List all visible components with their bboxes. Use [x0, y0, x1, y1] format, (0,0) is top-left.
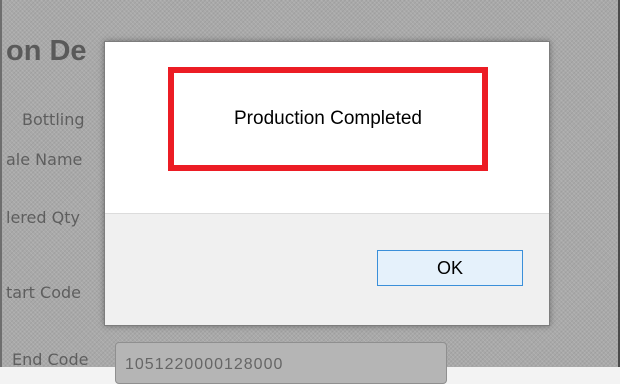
message-dialog: Production Completed OK	[104, 41, 550, 326]
page-title: on De	[6, 35, 87, 67]
label-start-code: tart Code	[6, 283, 81, 302]
end-code-value: 1051220000128000	[125, 356, 284, 373]
window-left-border	[0, 0, 2, 367]
label-name: ale Name	[6, 150, 83, 169]
dialog-message: Production Completed	[234, 108, 422, 129]
label-end-code: End Code	[12, 350, 89, 369]
ok-button[interactable]: OK	[377, 250, 523, 286]
label-bottling: Bottling	[22, 110, 85, 129]
label-ordered-qty: lered Qty	[6, 208, 80, 227]
